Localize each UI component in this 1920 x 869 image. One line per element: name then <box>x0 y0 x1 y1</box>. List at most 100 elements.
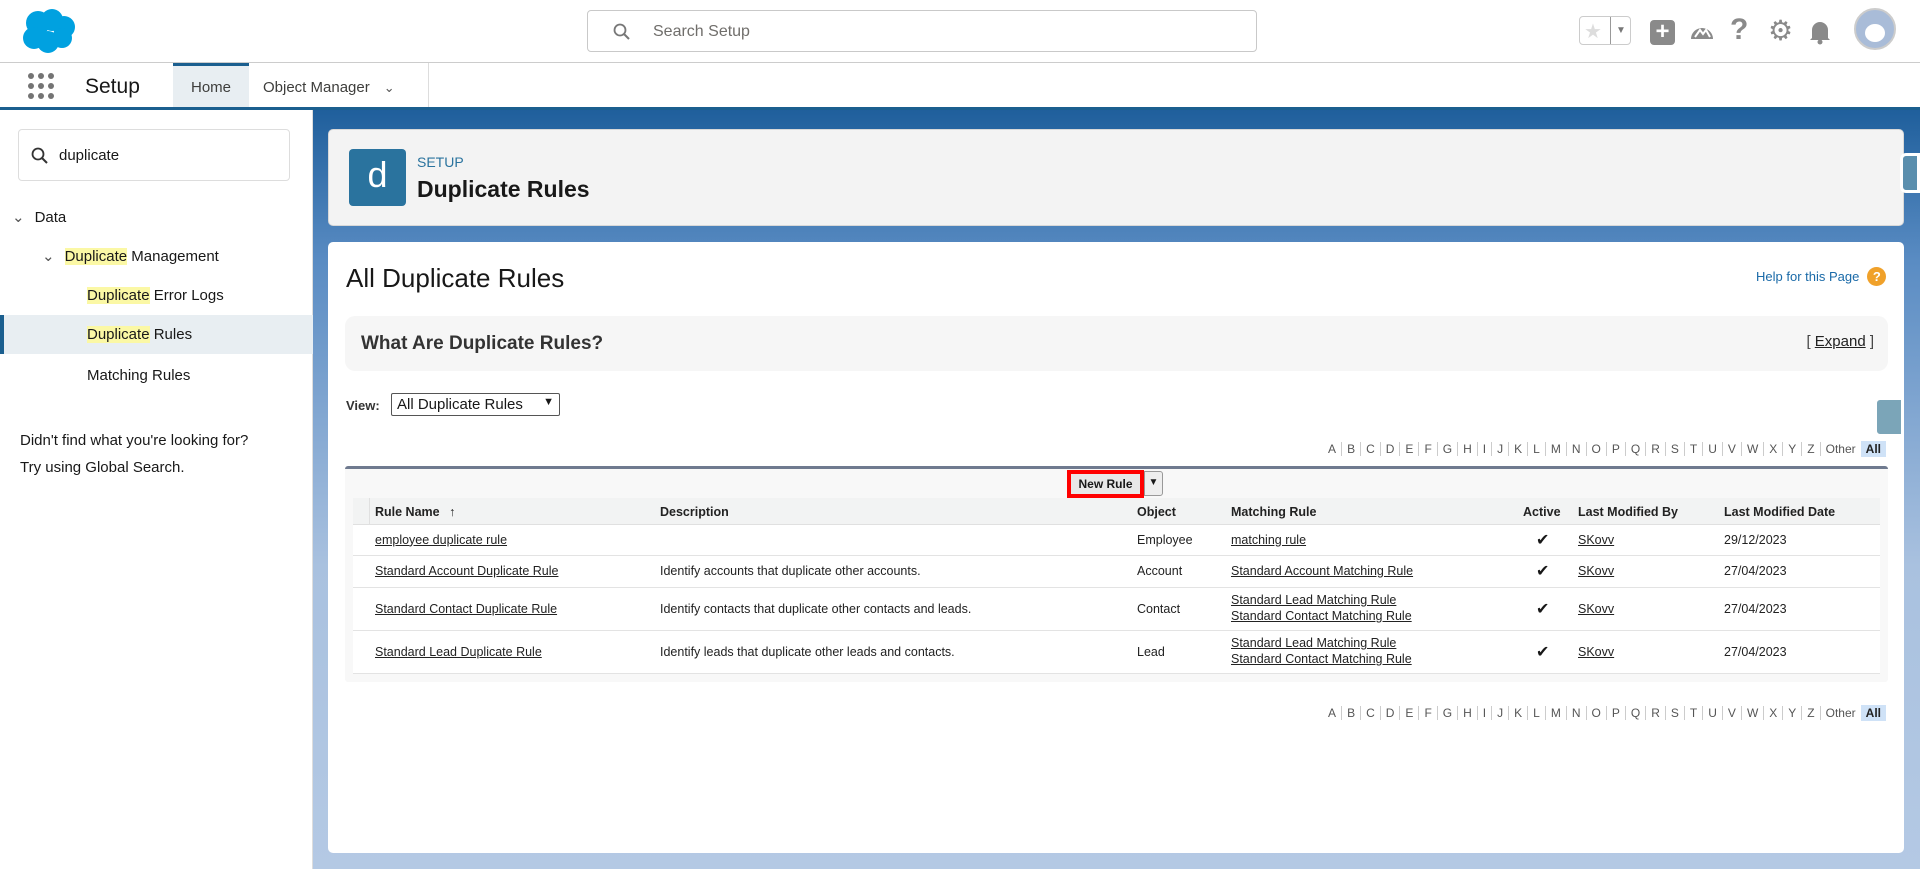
rule-name-link[interactable]: Standard Account Duplicate Rule <box>375 564 558 578</box>
alpha-filter-d[interactable]: D <box>1380 706 1401 720</box>
alpha-filter-p[interactable]: P <box>1606 442 1626 456</box>
col-matching-rule[interactable]: Matching Rule <box>1231 505 1316 519</box>
alpha-filter-j[interactable]: J <box>1492 706 1510 720</box>
sidebar-item-matching-rules[interactable]: Matching Rules <box>87 367 190 384</box>
alpha-filter-n[interactable]: N <box>1566 442 1587 456</box>
bell-icon[interactable] <box>1808 19 1832 45</box>
sidebar-item-duplicate-error-logs[interactable]: Duplicate Error Logs <box>87 287 224 304</box>
alpha-filter-l[interactable]: L <box>1528 442 1546 456</box>
alpha-filter-v[interactable]: V <box>1722 442 1742 456</box>
alpha-filter-r[interactable]: R <box>1646 706 1666 720</box>
alpha-filter-s[interactable]: S <box>1665 706 1685 720</box>
favorites-button[interactable]: ★ ▼ <box>1579 16 1631 45</box>
alpha-filter-k[interactable]: K <box>1509 442 1529 456</box>
new-rule-button[interactable]: New Rule <box>1067 470 1144 498</box>
col-description[interactable]: Description <box>660 505 729 519</box>
alpha-filter-o[interactable]: O <box>1586 706 1607 720</box>
alpha-filter-m[interactable]: M <box>1545 706 1567 720</box>
alpha-filter-k[interactable]: K <box>1509 706 1529 720</box>
col-rule-name[interactable]: Rule Name ↑ <box>375 505 455 519</box>
rule-name-link[interactable]: Standard Lead Duplicate Rule <box>375 645 542 659</box>
alpha-filter-z[interactable]: Z <box>1802 442 1821 456</box>
expand-link[interactable]: Expand <box>1815 333 1866 350</box>
gear-icon[interactable]: ⚙ <box>1768 14 1793 47</box>
alpha-filter-a[interactable]: A <box>1323 706 1343 720</box>
alpha-filter-g[interactable]: G <box>1437 706 1459 720</box>
chevron-down-icon[interactable]: ⌄ <box>384 80 395 95</box>
alpha-filter-i[interactable]: I <box>1477 442 1493 456</box>
alpha-filter-d[interactable]: D <box>1380 442 1401 456</box>
alpha-filter-a[interactable]: A <box>1323 442 1343 456</box>
tab-home[interactable]: Home <box>173 63 249 107</box>
alpha-filter-l[interactable]: L <box>1528 706 1546 720</box>
alpha-filter-q[interactable]: Q <box>1625 706 1647 720</box>
modified-by-link[interactable]: SKovv <box>1578 564 1614 578</box>
alpha-filter-f[interactable]: F <box>1419 706 1438 720</box>
alpha-filter-other[interactable]: Other <box>1821 706 1861 720</box>
alpha-filter-g[interactable]: G <box>1437 442 1459 456</box>
help-for-page-link[interactable]: Help for this Page? <box>1756 267 1887 286</box>
alpha-filter-x[interactable]: X <box>1764 442 1784 456</box>
collapse-panel-handle[interactable] <box>1900 153 1920 193</box>
alpha-filter-b[interactable]: B <box>1342 442 1362 456</box>
alpha-filter-u[interactable]: U <box>1703 442 1723 456</box>
alpha-filter-p[interactable]: P <box>1606 706 1626 720</box>
rule-name-link[interactable]: Standard Contact Duplicate Rule <box>375 602 557 616</box>
tree-node-data[interactable]: ⌄ Data <box>12 208 66 226</box>
alpha-filter-y[interactable]: Y <box>1783 442 1803 456</box>
tree-node-duplicate-management[interactable]: ⌄ Duplicate Management <box>42 247 219 265</box>
alpha-filter-e[interactable]: E <box>1400 706 1420 720</box>
alpha-filter-f[interactable]: F <box>1419 442 1438 456</box>
global-search-hint[interactable]: Try using Global Search. <box>20 459 185 476</box>
add-icon[interactable]: + <box>1650 20 1675 45</box>
alpha-filter-h[interactable]: H <box>1458 706 1478 720</box>
col-object[interactable]: Object <box>1137 505 1176 519</box>
col-active[interactable]: Active <box>1523 505 1561 519</box>
matching-rule-link[interactable]: Standard Contact Matching Rule <box>1231 609 1412 623</box>
alpha-filter-v[interactable]: V <box>1722 706 1742 720</box>
col-last-modified-by[interactable]: Last Modified By <box>1578 505 1678 519</box>
matching-rule-link[interactable]: matching rule <box>1231 533 1306 547</box>
alpha-filter-j[interactable]: J <box>1492 442 1510 456</box>
col-last-modified-date[interactable]: Last Modified Date <box>1724 505 1835 519</box>
alpha-filter-i[interactable]: I <box>1477 706 1493 720</box>
salesforce-logo[interactable] <box>20 6 76 56</box>
modified-by-link[interactable]: SKovv <box>1578 602 1614 616</box>
alpha-filter-w[interactable]: W <box>1741 442 1765 456</box>
modified-by-link[interactable]: SKovv <box>1578 533 1614 547</box>
tab-object-manager[interactable]: Object Manager ⌄ <box>249 63 429 107</box>
help-icon[interactable]: ? <box>1730 13 1748 47</box>
matching-rule-link[interactable]: Standard Account Matching Rule <box>1231 564 1413 578</box>
alpha-filter-w[interactable]: W <box>1741 706 1765 720</box>
sidebar-item-duplicate-rules[interactable]: Duplicate Rules <box>87 326 192 343</box>
alpha-filter-z[interactable]: Z <box>1802 706 1821 720</box>
modified-by-link[interactable]: SKovv <box>1578 645 1614 659</box>
alpha-filter-m[interactable]: M <box>1545 442 1567 456</box>
alpha-filter-t[interactable]: T <box>1684 706 1704 720</box>
view-select[interactable]: All Duplicate Rules ▼ <box>391 393 560 416</box>
trailhead-icon[interactable] <box>1689 19 1715 45</box>
alpha-filter-r[interactable]: R <box>1646 442 1666 456</box>
alpha-filter-u[interactable]: U <box>1703 706 1723 720</box>
side-panel-handle[interactable] <box>1874 397 1904 437</box>
alpha-filter-b[interactable]: B <box>1342 706 1362 720</box>
matching-rule-link[interactable]: Standard Lead Matching Rule <box>1231 593 1396 607</box>
alpha-filter-c[interactable]: C <box>1361 442 1381 456</box>
alpha-filter-n[interactable]: N <box>1566 706 1587 720</box>
alpha-filter-other[interactable]: Other <box>1821 442 1861 456</box>
alpha-filter-e[interactable]: E <box>1400 442 1420 456</box>
new-rule-menu-icon[interactable]: ▼ <box>1144 471 1163 496</box>
alpha-filter-o[interactable]: O <box>1586 442 1607 456</box>
alpha-filter-all[interactable]: All <box>1860 441 1886 457</box>
quick-find-input[interactable]: duplicate <box>18 129 290 181</box>
alpha-filter-y[interactable]: Y <box>1783 706 1803 720</box>
alpha-filter-q[interactable]: Q <box>1625 442 1647 456</box>
alpha-filter-all[interactable]: All <box>1860 705 1886 721</box>
chevron-down-icon[interactable]: ▼ <box>1610 17 1631 44</box>
rule-name-link[interactable]: employee duplicate rule <box>375 533 507 547</box>
alpha-filter-s[interactable]: S <box>1665 442 1685 456</box>
app-launcher-icon[interactable] <box>28 73 54 99</box>
alpha-filter-x[interactable]: X <box>1764 706 1784 720</box>
alpha-filter-c[interactable]: C <box>1361 706 1381 720</box>
avatar[interactable] <box>1854 8 1896 50</box>
